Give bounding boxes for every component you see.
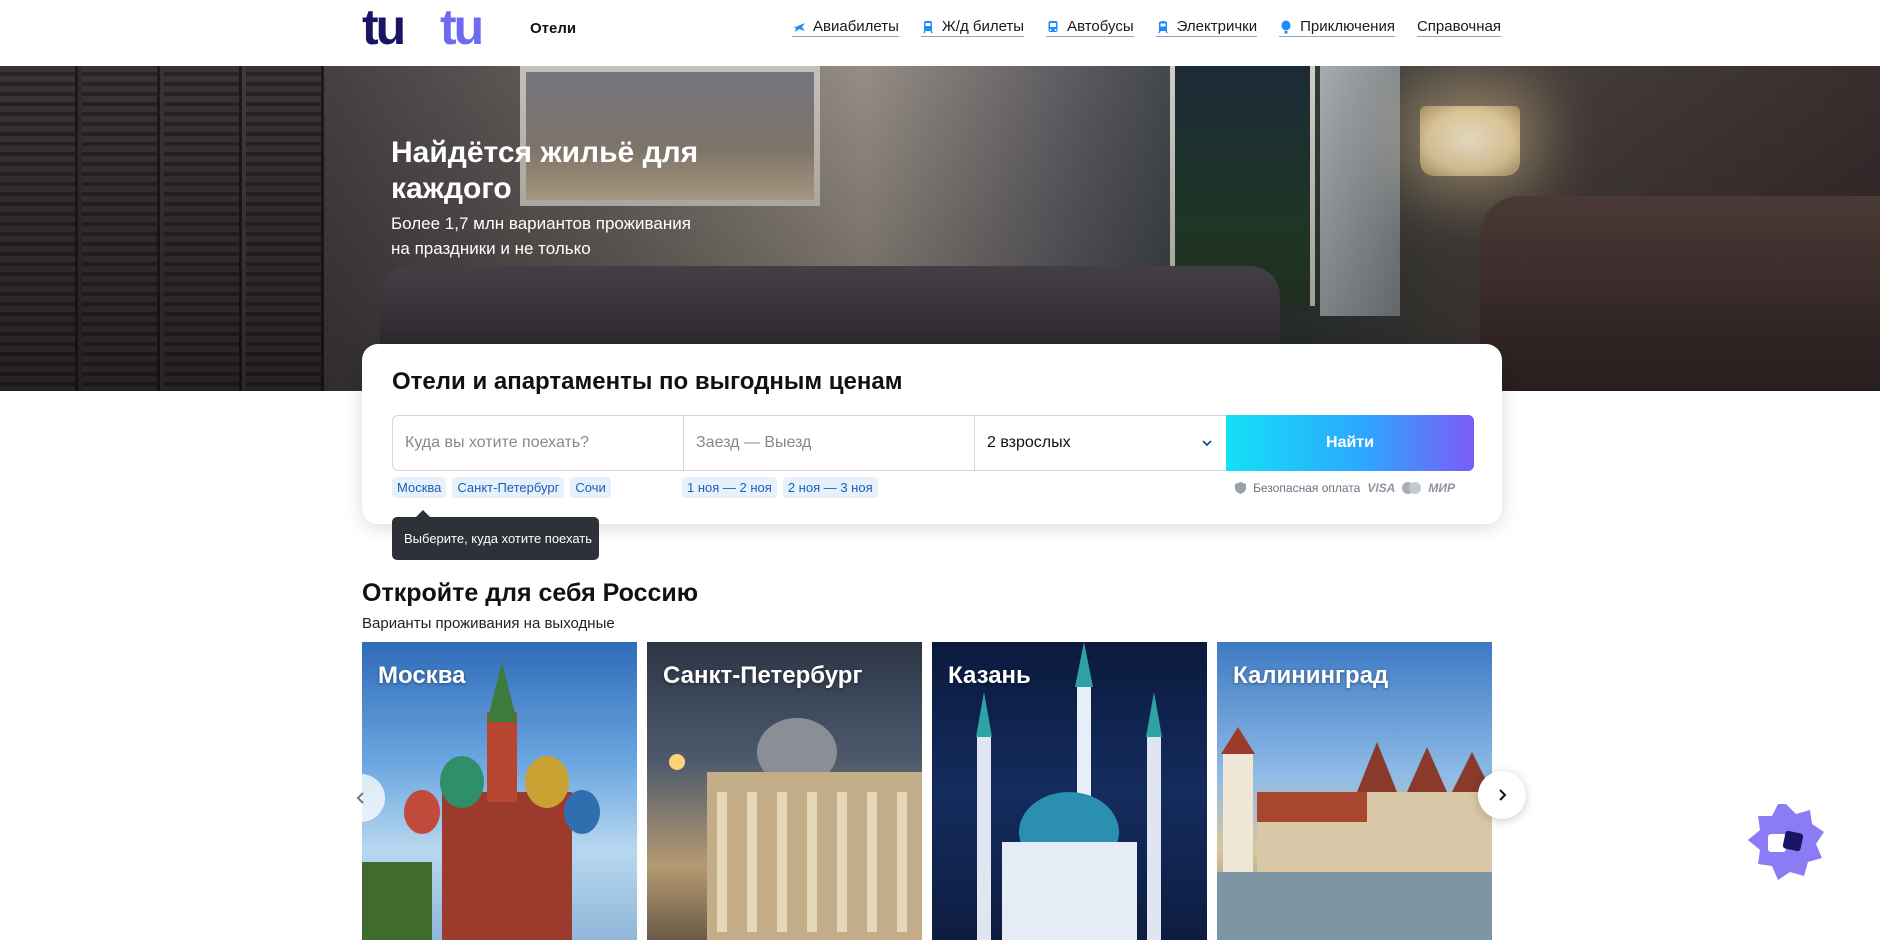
hero-subtitle: Более 1,7 млн вариантов проживания на пр… — [391, 214, 691, 258]
nav-item-adventures[interactable]: Приключения — [1279, 18, 1395, 37]
search-form: Куда вы хотите поехать? Заезд — Выезд 2 … — [392, 415, 1474, 471]
nav-item-help[interactable]: Справочная — [1416, 18, 1501, 37]
mastercard-icon — [1402, 482, 1422, 494]
chip-city[interactable]: Санкт-Петербург — [452, 477, 565, 498]
header: tu tu Отели Авиабилеты Ж/д билеты Автобу… — [0, 0, 1880, 66]
nav-item-bus[interactable]: Автобусы — [1046, 18, 1134, 37]
hero-banner: Найдётся жильё для каждого Более 1,7 млн… — [0, 66, 1880, 391]
destinations-subtitle: Варианты проживания на выходные — [362, 615, 615, 632]
dates-input[interactable]: Заезд — Выезд — [684, 416, 975, 470]
guests-value: 2 взрослых — [987, 434, 1071, 451]
train-icon — [923, 20, 933, 33]
date-chips: 1 ноя — 2 ноя 2 ноя — 3 ноя — [682, 477, 878, 498]
secure-label: Безопасная оплата — [1253, 481, 1361, 495]
chevron-right-icon — [1499, 789, 1507, 801]
carousel-prev-button[interactable] — [337, 774, 385, 822]
secure-payment: Безопасная оплата VISA МИР — [1235, 481, 1455, 495]
logo-subtitle: Отели — [530, 20, 577, 37]
destinations-title: Откройте для себя Россию — [362, 579, 699, 607]
search-button[interactable]: Найти — [1226, 415, 1474, 471]
tutu-logo[interactable]: tu tu — [362, 6, 518, 50]
commuter-train-icon — [1158, 20, 1168, 33]
destination-tooltip: Выберите, куда хотите поехать — [392, 510, 599, 560]
city-card-kazan[interactable]: Казань — [932, 642, 1207, 940]
chip-city[interactable]: Сочи — [570, 477, 611, 498]
chip-city[interactable]: Москва — [392, 477, 447, 498]
city-name: Калининград — [1233, 662, 1389, 689]
hero-shade — [0, 66, 1880, 391]
nav-item-label: Приключения — [1300, 18, 1395, 35]
mir-logo: МИР — [1428, 481, 1455, 495]
main-nav: Авиабилеты Ж/д билеты Автобусы Электричк… — [792, 18, 1501, 37]
nav-item-label: Автобусы — [1067, 18, 1134, 35]
nav-item-label: Авиабилеты — [813, 18, 899, 35]
nav-item-label: Электрички — [1176, 18, 1258, 35]
balloon-icon — [1281, 20, 1291, 33]
carousel-next-button[interactable] — [1478, 771, 1526, 819]
chip-date[interactable]: 2 ноя — 3 ноя — [782, 477, 878, 498]
assistant-chat-icon[interactable] — [1746, 802, 1826, 882]
chevron-down-icon — [1202, 440, 1212, 447]
city-name: Санкт-Петербург — [663, 662, 863, 689]
city-card-kaliningrad[interactable]: Калининград — [1217, 642, 1492, 940]
city-card-moscow[interactable]: Москва — [362, 642, 637, 940]
svg-text:tu: tu — [362, 6, 404, 50]
search-card: Отели и апартаменты по выгодным ценам Ку… — [362, 344, 1502, 524]
chip-date[interactable]: 1 ноя — 2 ноя — [682, 477, 777, 498]
bus-icon — [1048, 20, 1058, 32]
nav-item-avia[interactable]: Авиабилеты — [792, 18, 899, 37]
search-title: Отели и апартаменты по выгодным ценам — [392, 368, 903, 395]
tooltip-text: Выберите, куда хотите поехать — [404, 531, 593, 546]
dates-placeholder: Заезд — Выезд — [696, 434, 812, 451]
destination-input[interactable]: Куда вы хотите поехать? — [393, 416, 684, 470]
nav-item-commuter[interactable]: Электрички — [1155, 18, 1258, 37]
destination-placeholder: Куда вы хотите поехать? — [405, 434, 590, 451]
city-name: Казань — [948, 662, 1031, 689]
city-name: Москва — [378, 662, 466, 689]
nav-item-label: Справочная — [1416, 18, 1501, 35]
nav-item-label: Ж/д билеты — [941, 18, 1025, 35]
plane-icon — [793, 22, 805, 32]
hero-title: Найдётся жильё для каждого — [391, 136, 699, 205]
svg-text:tu: tu — [440, 6, 482, 50]
chevron-left-icon — [356, 792, 364, 804]
city-chips: Москва Санкт-Петербург Сочи — [392, 477, 611, 498]
visa-logo: VISA — [1367, 481, 1396, 495]
guests-select[interactable]: 2 взрослых — [975, 416, 1226, 470]
city-carousel: Москва Санкт-Петербург Казань Калинингра… — [362, 642, 1492, 940]
nav-item-train[interactable]: Ж/д билеты — [920, 18, 1025, 37]
shield-icon — [1235, 482, 1247, 494]
city-card-saint-petersburg[interactable]: Санкт-Петербург — [647, 642, 922, 940]
